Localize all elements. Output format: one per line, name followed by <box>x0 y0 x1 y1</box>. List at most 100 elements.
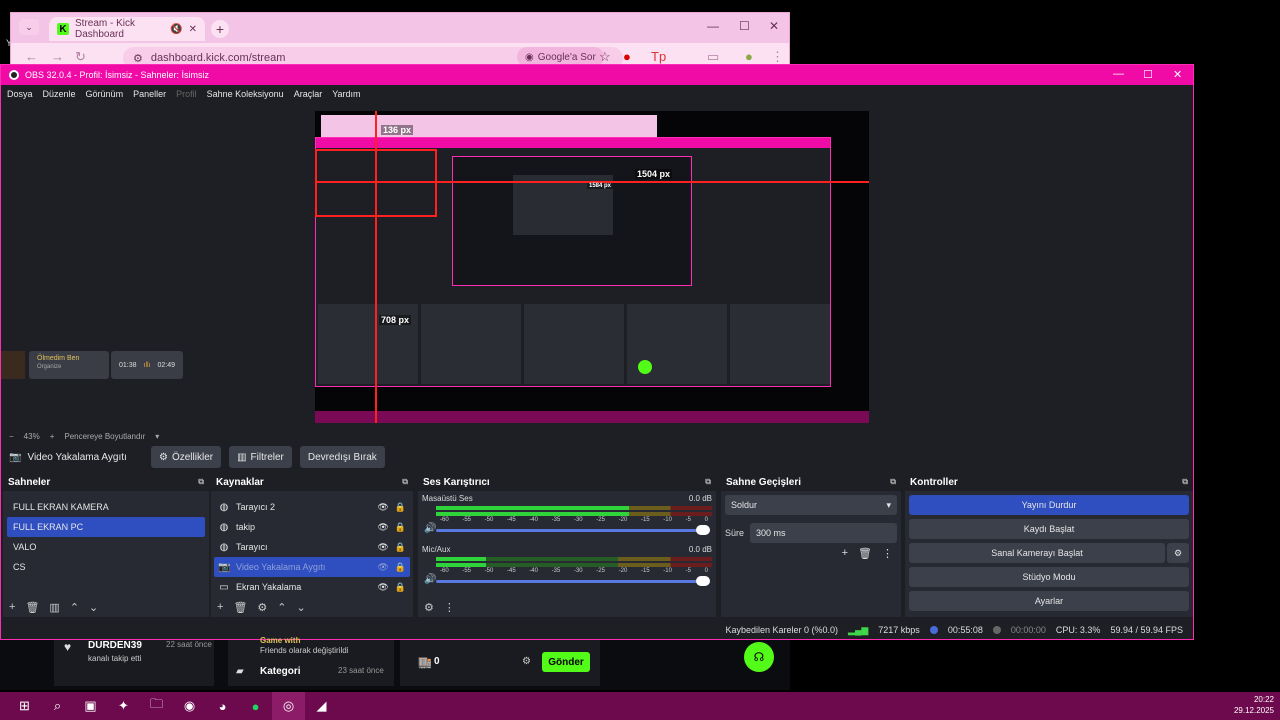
send-button[interactable]: Gönder <box>542 652 590 672</box>
scene-item[interactable]: FULL EKRAN KAMERA <box>7 497 205 517</box>
trash-icon[interactable]: 🗑 <box>233 601 247 614</box>
preview-canvas[interactable]: 136 px 1504 px 1584 px 708 px <box>315 111 869 423</box>
scene-item[interactable]: VALO <box>7 537 205 557</box>
undock-icon[interactable]: ⧉ <box>705 477 711 487</box>
more-icon[interactable]: ⋮ <box>444 601 455 614</box>
discord-icon[interactable]: ◕ <box>206 692 239 720</box>
lock-icon[interactable]: 🔒 <box>395 542 406 553</box>
chrome-icon[interactable]: ◉ <box>173 692 206 720</box>
source-item-selected[interactable]: 📷 Video Yakalama Aygıtı 👁 🔒 <box>214 557 410 577</box>
move-up-icon[interactable]: ⌃ <box>277 601 286 614</box>
scene-item[interactable]: CS <box>7 557 205 577</box>
undock-icon[interactable]: ⧉ <box>198 477 204 487</box>
maximize-icon[interactable]: ☐ <box>739 19 750 33</box>
studio-mode-button[interactable]: Stüdyo Modu <box>909 567 1189 587</box>
obs-taskbar-icon[interactable]: ◎ <box>272 692 305 720</box>
minimize-icon[interactable]: — <box>707 19 719 33</box>
filters-button[interactable]: ▥ Filtreler <box>229 446 292 468</box>
menu-duzenle[interactable]: Düzenle <box>43 89 76 99</box>
start-icon[interactable]: ⊞ <box>8 692 41 720</box>
add-icon[interactable]: + <box>217 601 223 613</box>
undock-icon[interactable]: ⧉ <box>890 477 896 487</box>
settings-button[interactable]: Ayarlar <box>909 591 1189 611</box>
advanced-audio-icon[interactable]: ⚙ <box>424 601 434 614</box>
fit-to-window[interactable]: Pencereye Boyutlandır <box>64 432 145 441</box>
stop-stream-button[interactable]: Yayını Durdur <box>909 495 1189 515</box>
menu-yardim[interactable]: Yardım <box>332 89 360 99</box>
zoom-out-button[interactable]: − <box>9 432 14 441</box>
more-icon[interactable]: ⋮ <box>882 547 893 560</box>
lock-icon[interactable]: 🔒 <box>395 502 406 513</box>
menu-dosya[interactable]: Dosya <box>7 89 33 99</box>
move-down-icon[interactable]: ⌄ <box>89 601 98 614</box>
menu-araclar[interactable]: Araçlar <box>294 89 323 99</box>
eye-icon[interactable]: 👁 <box>377 502 388 513</box>
file-explorer-icon[interactable]: 🗀 <box>140 692 173 720</box>
speaker-icon[interactable]: 🔊 <box>424 523 436 534</box>
profile-avatar[interactable]: ● <box>745 49 753 64</box>
menu-sahne-koleksiyonu[interactable]: Sahne Koleksiyonu <box>207 89 284 99</box>
scene-item-selected[interactable]: FULL EKRAN PC <box>7 517 205 537</box>
app-taskbar-icon[interactable]: ◢ <box>305 692 338 720</box>
browser-tab[interactable]: K Stream - Kick Dashboard 🔇 ✕ <box>49 17 205 41</box>
search-icon[interactable]: ⌕ <box>41 692 74 720</box>
transition-select[interactable]: Soldur ▾ <box>725 495 897 515</box>
preview-area[interactable]: Ölmedim Ben Organize 01:38 ıllı 02:49 13… <box>1 103 1193 429</box>
kick-help-icon[interactable]: ☊ <box>744 642 774 672</box>
copilot-icon[interactable]: ✦ <box>107 692 140 720</box>
menu-profil[interactable]: Profil <box>176 89 197 99</box>
tab-search-icon[interactable]: ⌄ <box>19 19 39 35</box>
add-icon[interactable]: + <box>842 547 848 560</box>
zoom-in-button[interactable]: + <box>50 432 55 441</box>
menu-icon[interactable]: ⋮ <box>771 49 784 65</box>
source-item[interactable]: ▭ Ekran Yakalama 👁 🔒 <box>214 577 410 597</box>
source-item[interactable]: ◍ Tarayıcı 👁 🔒 <box>214 537 410 557</box>
extension-icon[interactable]: Tp <box>651 49 666 64</box>
virtual-camera-button[interactable]: Sanal Kamerayı Başlat <box>909 543 1165 563</box>
sidebar-icon[interactable]: ▭ <box>707 49 719 65</box>
filter-icon[interactable]: ▥ <box>49 601 59 614</box>
deactivate-button[interactable]: Devredışı Bırak <box>299 446 385 468</box>
reload-icon[interactable]: ↻ <box>75 49 86 65</box>
undock-icon[interactable]: ⧉ <box>1182 477 1188 487</box>
bookmark-star-icon[interactable]: ☆ <box>599 49 611 65</box>
close-icon[interactable]: ✕ <box>769 19 779 33</box>
duration-input[interactable]: 300 ms <box>750 523 897 543</box>
task-view-icon[interactable]: ▣ <box>74 692 107 720</box>
lock-icon[interactable]: 🔒 <box>395 562 406 573</box>
obs-minimize-icon[interactable]: — <box>1113 68 1124 80</box>
eye-icon[interactable]: 👁 <box>377 582 388 593</box>
eye-icon[interactable]: 👁 <box>377 522 388 533</box>
lock-icon[interactable]: 🔒 <box>395 582 406 593</box>
trash-icon[interactable]: 🗑 <box>858 547 872 560</box>
menu-paneller[interactable]: Paneller <box>133 89 166 99</box>
forward-icon[interactable]: → <box>51 49 64 64</box>
back-icon[interactable]: ← <box>25 49 38 64</box>
start-record-button[interactable]: Kaydı Başlat <box>909 519 1189 539</box>
mute-icon[interactable]: 🔇 <box>170 24 182 35</box>
system-clock[interactable]: 20:22 29.12.2025 <box>1234 694 1274 716</box>
speaker-icon[interactable]: 🔊 <box>424 574 436 585</box>
obs-maximize-icon[interactable]: ☐ <box>1143 68 1153 81</box>
volume-slider-desktop[interactable] <box>436 525 710 535</box>
source-item[interactable]: ◍ Tarayıcı 2 👁 🔒 <box>214 497 410 517</box>
lock-icon[interactable]: 🔒 <box>395 522 406 533</box>
move-up-icon[interactable]: ⌃ <box>70 601 79 614</box>
site-info-icon[interactable]: ⚙ <box>133 52 143 65</box>
new-tab-button[interactable]: + <box>211 20 229 38</box>
gear-icon[interactable]: ⚙ <box>257 601 267 614</box>
properties-button[interactable]: ⚙ Özellikler <box>151 446 222 468</box>
undock-icon[interactable]: ⧉ <box>402 477 408 487</box>
menu-gorunum[interactable]: Görünüm <box>86 89 124 99</box>
source-item[interactable]: ◍ takip 👁 🔒 <box>214 517 410 537</box>
volume-slider-mic[interactable] <box>436 576 710 586</box>
obs-close-icon[interactable]: ✕ <box>1173 68 1182 81</box>
chat-settings-icon[interactable]: ⚙ <box>522 656 531 667</box>
spotify-icon[interactable]: ● <box>239 692 272 720</box>
opera-icon[interactable]: ● <box>623 49 631 64</box>
close-tab-icon[interactable]: ✕ <box>189 24 197 35</box>
zoom-dropdown-icon[interactable]: ▾ <box>155 432 159 441</box>
trash-icon[interactable]: 🗑 <box>25 601 39 614</box>
virtual-camera-settings-icon[interactable]: ⚙ <box>1167 543 1189 563</box>
add-icon[interactable]: + <box>9 601 15 613</box>
